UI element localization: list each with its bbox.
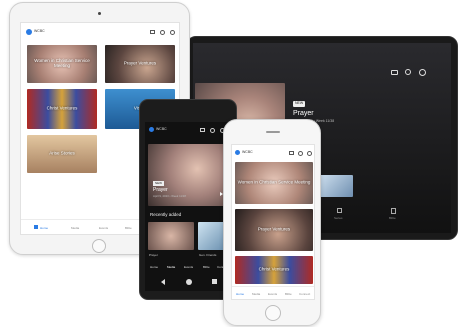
tab-media[interactable]: Media	[71, 226, 79, 230]
front-camera	[98, 12, 101, 15]
cast-icon[interactable]	[200, 128, 205, 132]
nav-events[interactable]: Events	[184, 265, 193, 269]
app-logo-text: WCBC	[34, 29, 45, 33]
section-title: Recently added	[150, 212, 182, 217]
media-tile[interactable]: Women in Christian Service Meeting	[27, 45, 97, 83]
tab-bible[interactable]: Bible	[285, 292, 292, 296]
nav-home[interactable]: Home	[150, 265, 158, 269]
account-icon[interactable]	[419, 69, 426, 76]
earpiece	[266, 131, 280, 133]
search-icon[interactable]	[160, 30, 165, 35]
media-card[interactable]	[319, 175, 353, 197]
tab-bible[interactable]: Bible	[125, 226, 132, 230]
new-badge: NEW	[293, 101, 306, 107]
hero-title: Prayer	[293, 110, 314, 117]
search-icon[interactable]	[298, 151, 303, 156]
tab-events[interactable]: Events	[99, 226, 108, 230]
new-badge: NEW	[153, 181, 164, 186]
hero-subtitle: April 9, 2023 • Week 11/38	[153, 194, 186, 198]
cast-icon[interactable]	[391, 70, 398, 75]
media-tile[interactable]: Women in Christian Service Meeting	[235, 162, 313, 204]
nav-bible[interactable]: Bible	[203, 265, 210, 269]
hero-title: Prayer	[153, 187, 168, 193]
cast-icon[interactable]	[289, 151, 294, 155]
media-tile[interactable]: Christ Ventures	[27, 89, 97, 129]
media-card[interactable]	[148, 222, 194, 250]
series-nav-icon[interactable]	[337, 208, 342, 213]
media-tile[interactable]: Prayer Ventures	[235, 209, 313, 251]
tab-media[interactable]: Media	[252, 292, 260, 296]
iphone: WCBC Women in Christian Service Meeting …	[223, 119, 321, 326]
home-button[interactable]	[265, 305, 281, 321]
search-icon[interactable]	[210, 128, 215, 133]
tab-connect[interactable]: Connect	[299, 292, 310, 296]
app-logo	[26, 29, 32, 35]
home-nav-icon[interactable]	[186, 279, 192, 285]
tab-divider	[232, 286, 314, 287]
recents-icon[interactable]	[212, 279, 217, 284]
home-button[interactable]	[92, 239, 106, 253]
home-tab-icon[interactable]	[34, 225, 38, 229]
media-tile[interactable]: Christ Ventures	[235, 256, 313, 284]
android-phone-screen: WCBC NEW Prayer April 9, 2023 • Week 11/…	[145, 122, 233, 291]
bible-nav-icon[interactable]	[391, 208, 396, 214]
tab-home[interactable]: Home	[40, 226, 48, 230]
media-tile[interactable]: Arise Stories	[27, 135, 97, 173]
app-logo-text: WCBC	[156, 127, 167, 131]
app-logo-text: WCBC	[242, 150, 253, 154]
search-icon[interactable]	[405, 69, 411, 75]
tab-home[interactable]: Home	[236, 292, 244, 296]
card-title: Prayer	[149, 253, 158, 257]
back-icon[interactable]	[161, 279, 165, 285]
app-logo	[235, 150, 240, 155]
card-title: Gen. Friends	[199, 253, 217, 257]
tab-events[interactable]: Events	[268, 292, 277, 296]
nav-media[interactable]: Media	[167, 265, 175, 269]
nav-series[interactable]: Series	[334, 216, 343, 220]
media-tile[interactable]: Prayer Ventures	[105, 45, 175, 83]
account-icon[interactable]	[307, 151, 312, 156]
iphone-screen: WCBC Women in Christian Service Meeting …	[231, 144, 315, 300]
cast-icon[interactable]	[150, 30, 155, 34]
app-logo	[149, 127, 154, 132]
nav-bible[interactable]: Bible	[389, 216, 396, 220]
account-icon[interactable]	[170, 30, 175, 35]
